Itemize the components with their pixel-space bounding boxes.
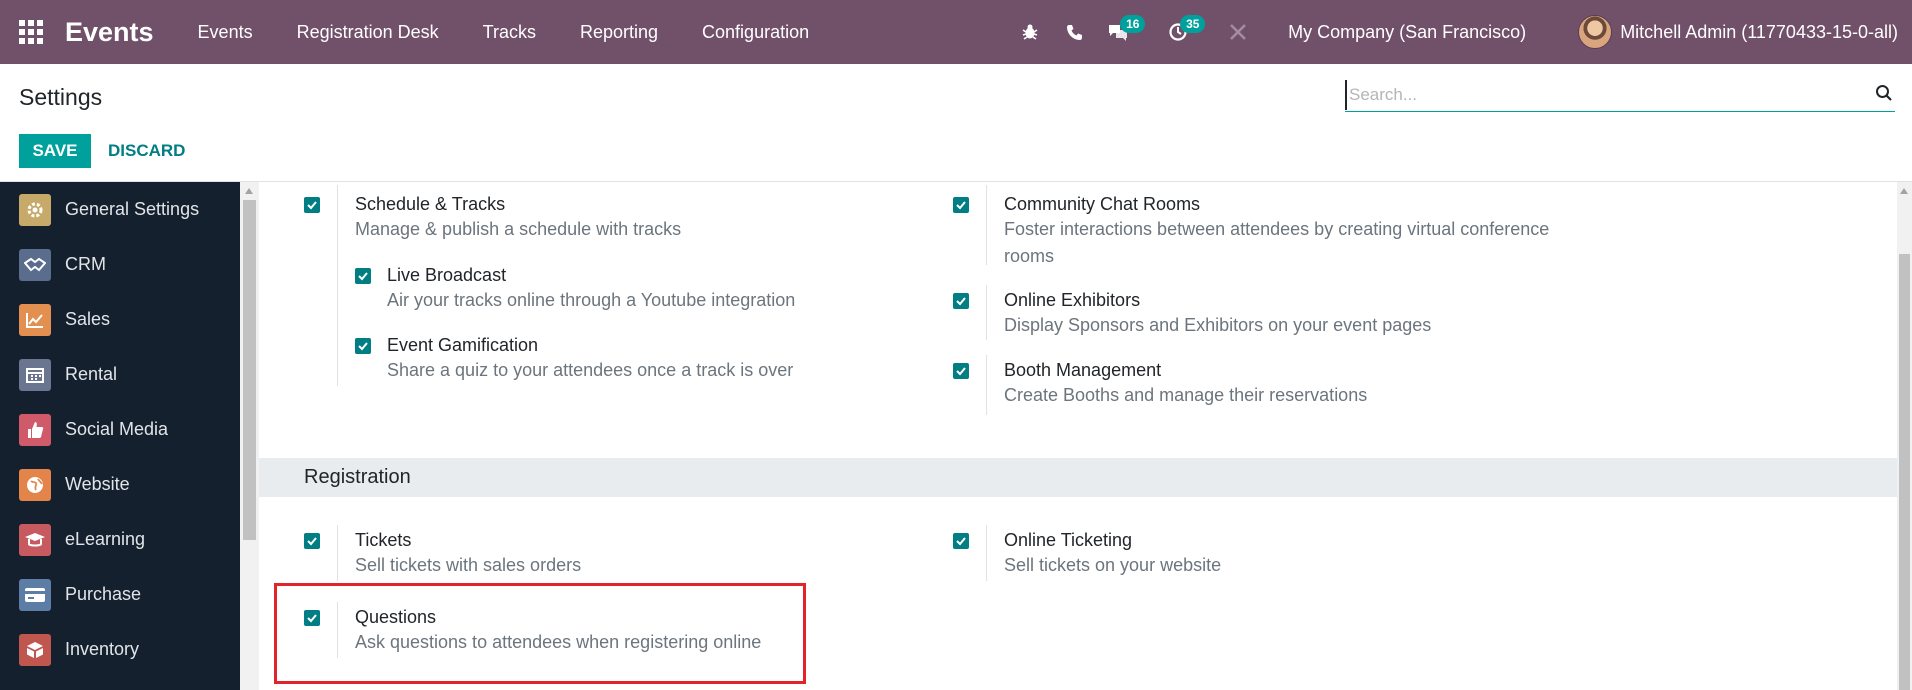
live-broadcast-desc: Air your tracks online through a Youtube… — [387, 290, 796, 310]
messages-icon[interactable]: 16 — [1096, 0, 1146, 64]
app-brand[interactable]: Events — [65, 17, 154, 48]
event-gamification-desc: Share a quiz to your attendees once a tr… — [387, 360, 794, 380]
event-gamification-checkbox[interactable] — [355, 338, 371, 354]
divider — [986, 355, 987, 415]
sidebar-item-label: Purchase — [65, 584, 142, 604]
scrollbar-thumb[interactable] — [1899, 254, 1910, 690]
online-exhibitors-checkbox[interactable] — [953, 293, 969, 309]
divider — [337, 185, 338, 386]
sidebar-item-crm[interactable]: CRM — [0, 237, 240, 292]
sidebar-item-social-media[interactable]: Social Media — [0, 402, 240, 457]
menu-tracks[interactable]: Tracks — [461, 0, 558, 64]
control-panel: Settings SAVE DISCARD — [0, 64, 1912, 182]
user-avatar[interactable] — [1578, 15, 1613, 49]
live-broadcast-title: Live Broadcast — [387, 265, 507, 285]
schedule-tracks-title: Schedule & Tracks — [355, 194, 506, 214]
sidebar-item-label: Social Media — [65, 419, 169, 439]
search-input[interactable] — [1345, 80, 1865, 110]
online-exhibitors-title: Online Exhibitors — [1004, 290, 1141, 310]
page-title: Settings — [19, 84, 103, 110]
scroll-up-arrow-icon[interactable] — [245, 188, 253, 194]
online-ticketing-title: Online Ticketing — [1004, 530, 1133, 550]
sidebar-item-purchase[interactable]: Purchase — [0, 567, 240, 622]
user-menu[interactable]: Mitchell Admin (11770433-15-0-all) — [1620, 22, 1898, 43]
divider — [986, 285, 987, 340]
search-icon[interactable] — [1875, 84, 1893, 107]
scroll-up-arrow-icon[interactable] — [1900, 188, 1908, 194]
chart-icon — [19, 303, 51, 336]
graduation-icon — [19, 523, 51, 556]
sidebar-item-label: Website — [65, 474, 130, 494]
online-ticketing-checkbox[interactable] — [953, 533, 969, 549]
apps-menu-icon[interactable] — [18, 19, 44, 45]
schedule-tracks-checkbox[interactable] — [304, 197, 320, 213]
gear-icon — [19, 193, 51, 226]
sidebar-item-sales[interactable]: Sales — [0, 292, 240, 347]
discard-button[interactable]: DISCARD — [100, 134, 190, 168]
main-menu: Events Registration Desk Tracks Reportin… — [176, 0, 832, 64]
booth-management-desc: Create Booths and manage their reservati… — [1004, 385, 1368, 405]
thumbs-up-icon — [19, 413, 51, 446]
sidebar-item-rental[interactable]: Rental — [0, 347, 240, 402]
sidebar-item-label: Inventory — [65, 639, 140, 659]
online-ticketing-desc: Sell tickets on your website — [1004, 555, 1222, 575]
tickets-checkbox[interactable] — [304, 533, 320, 549]
navbar-systray: 16 35 My Company (San Francisco) Mitchel… — [1008, 0, 1912, 64]
sidebar-item-general-settings[interactable]: General Settings — [0, 182, 240, 237]
sidebar-item-label: Sales — [65, 309, 111, 329]
sidebar-item-inventory[interactable]: Inventory — [0, 622, 240, 677]
divider — [986, 185, 987, 265]
tickets-title: Tickets — [355, 530, 412, 550]
live-broadcast-checkbox[interactable] — [355, 268, 371, 284]
menu-events[interactable]: Events — [176, 0, 275, 64]
calendar-icon — [19, 358, 51, 391]
menu-registration-desk[interactable]: Registration Desk — [275, 0, 461, 64]
scrollbar-thumb[interactable] — [243, 200, 256, 540]
tickets-desc: Sell tickets with sales orders — [355, 555, 582, 575]
settings-sidebar: General Settings CRM Sales Rental Social… — [0, 182, 240, 690]
tools-icon[interactable] — [1216, 0, 1260, 64]
globe-icon — [19, 468, 51, 501]
sidebar-item-label: eLearning — [65, 529, 146, 549]
phone-icon[interactable] — [1052, 0, 1096, 64]
activities-clock-icon[interactable]: 35 — [1156, 0, 1206, 64]
sidebar-scrollbar[interactable] — [240, 182, 259, 690]
sidebar-item-label: General Settings — [65, 199, 200, 219]
debug-bug-icon[interactable] — [1008, 0, 1052, 64]
content-scrollbar[interactable] — [1897, 182, 1912, 690]
community-chat-desc: Foster interactions between attendees by… — [1004, 219, 1550, 266]
community-chat-title: Community Chat Rooms — [1004, 194, 1201, 214]
event-gamification-title: Event Gamification — [387, 335, 539, 355]
booth-management-title: Booth Management — [1004, 360, 1162, 380]
section-title: Registration — [304, 466, 411, 488]
activities-count-badge: 35 — [1180, 15, 1206, 33]
card-icon — [19, 578, 51, 611]
sidebar-item-elearning[interactable]: eLearning — [0, 512, 240, 567]
messages-count-badge: 16 — [1120, 15, 1146, 33]
community-chat-checkbox[interactable] — [953, 197, 969, 213]
questions-highlight-box — [274, 583, 806, 684]
divider — [337, 525, 338, 581]
online-exhibitors-desc: Display Sponsors and Exhibitors on your … — [1004, 315, 1432, 335]
booth-management-checkbox[interactable] — [953, 363, 969, 379]
save-button[interactable]: SAVE — [19, 134, 91, 168]
sidebar-item-label: CRM — [65, 254, 106, 274]
company-switcher[interactable]: My Company (San Francisco) — [1288, 22, 1526, 43]
handshake-icon — [19, 248, 51, 281]
registration-section-header: Registration — [259, 458, 1897, 497]
search-box — [1345, 80, 1895, 112]
top-navbar: Events Events Registration Desk Tracks R… — [0, 0, 1912, 64]
schedule-tracks-desc: Manage & publish a schedule with tracks — [355, 219, 682, 239]
menu-reporting[interactable]: Reporting — [558, 0, 680, 64]
sidebar-item-website[interactable]: Website — [0, 457, 240, 512]
settings-content: Schedule & Tracks Manage & publish a sch… — [259, 182, 1897, 690]
menu-configuration[interactable]: Configuration — [680, 0, 831, 64]
sidebar-item-label: Rental — [65, 364, 118, 384]
divider — [986, 525, 987, 581]
box-icon — [19, 633, 51, 666]
